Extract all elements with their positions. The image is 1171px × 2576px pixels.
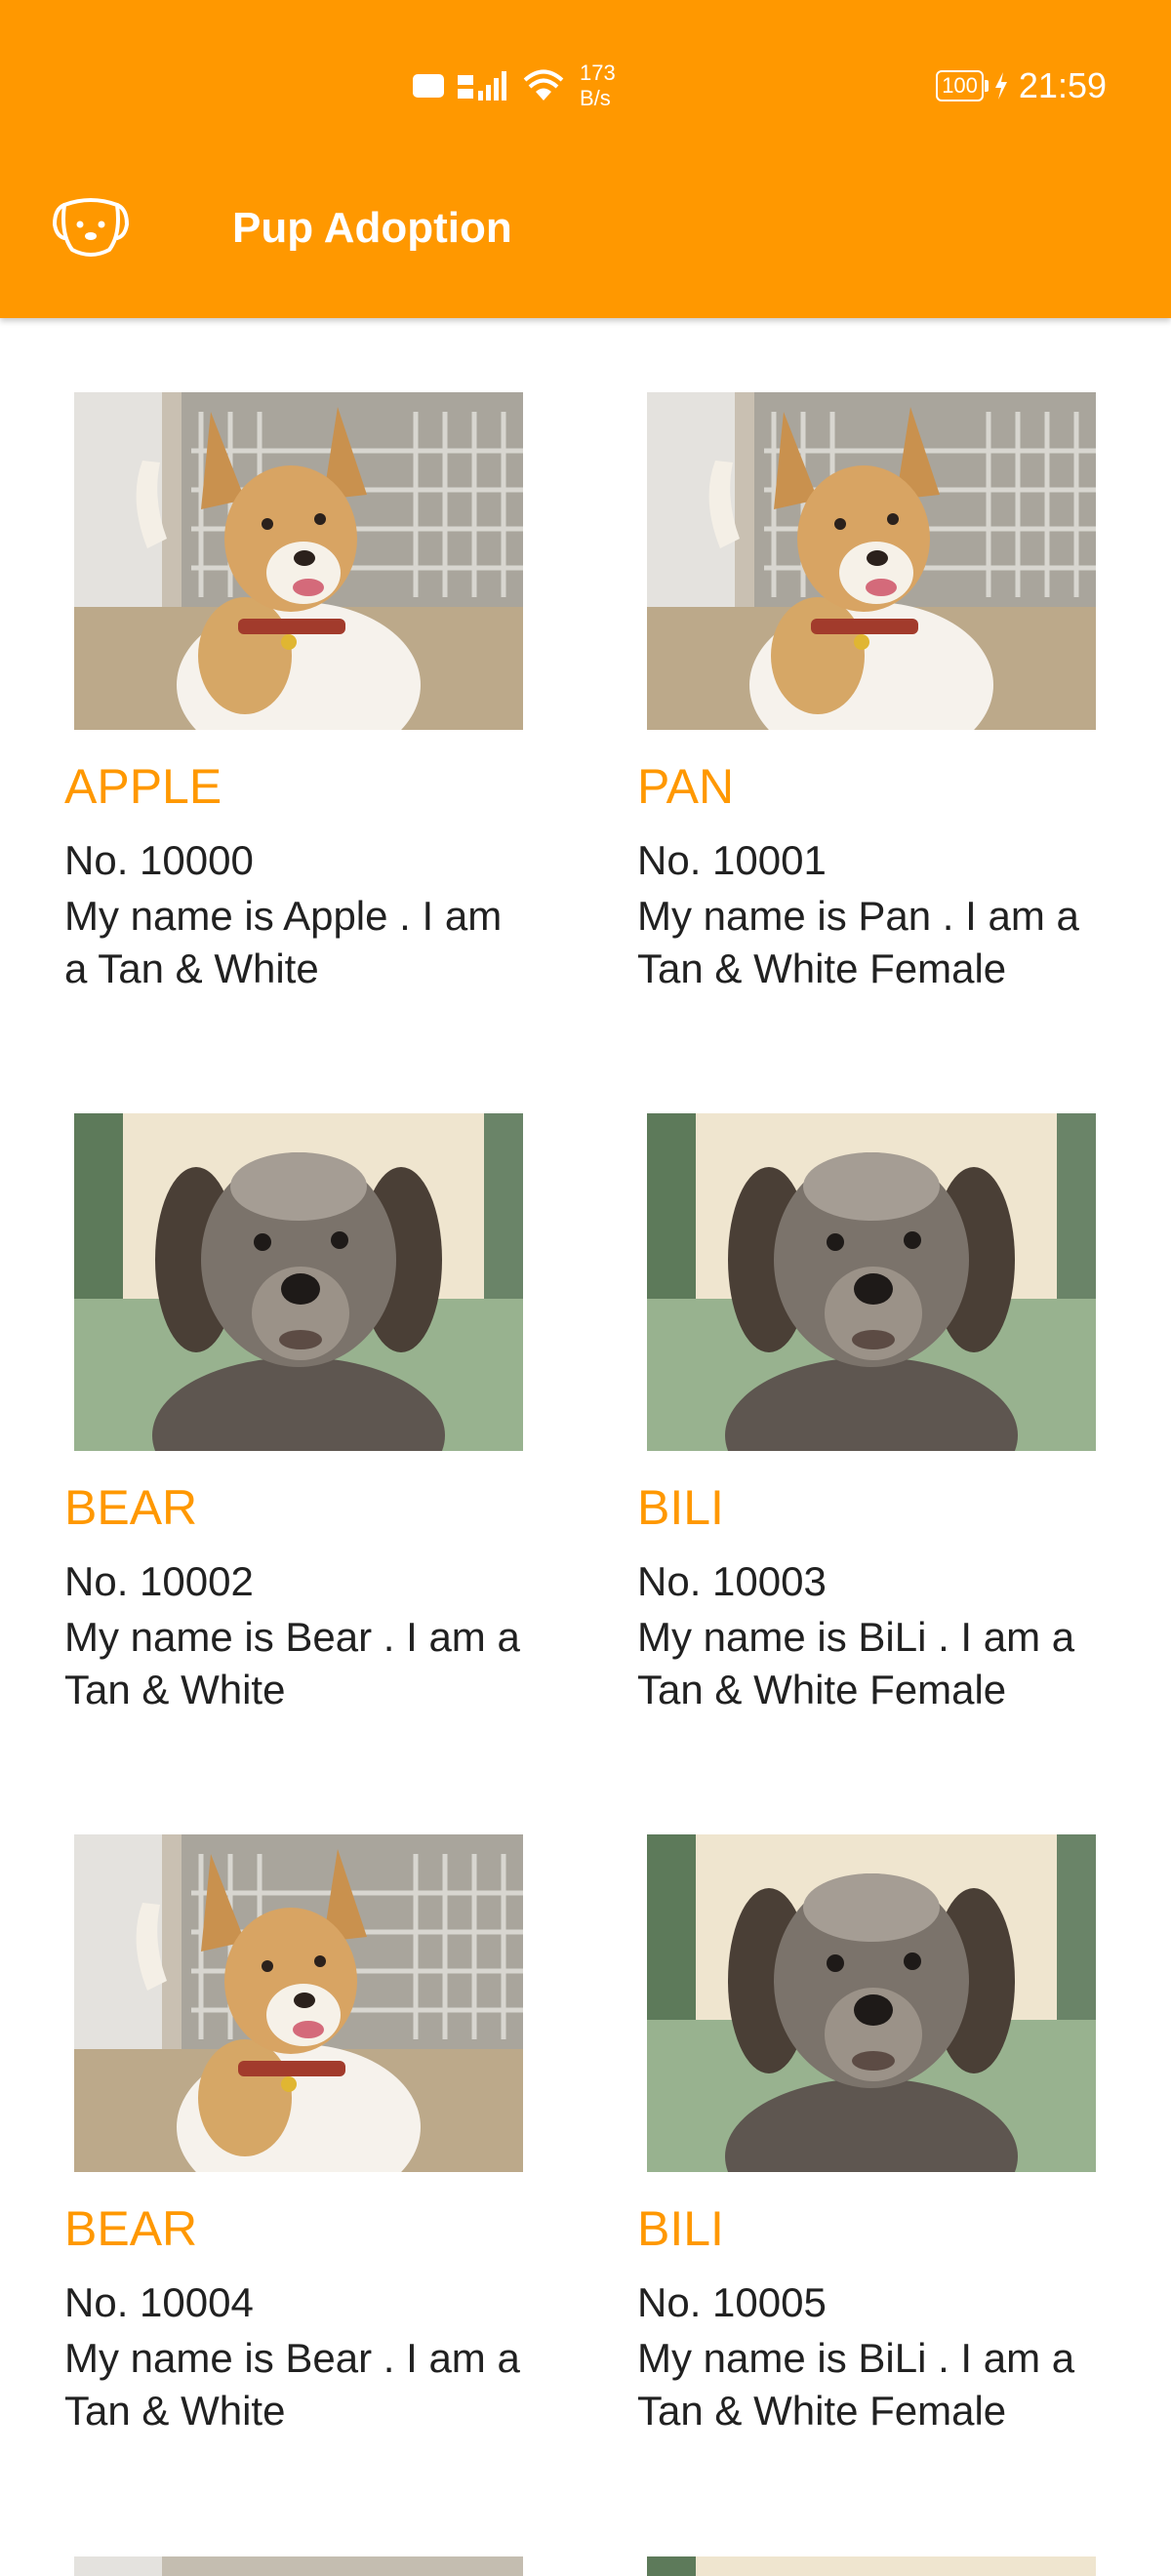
pet-description: My name is Bear . I am a Tan & White <box>64 1614 520 1712</box>
app-bar: 173 B/s 100 21:59 Pup Adoption <box>0 0 1171 318</box>
pet-number: No. 10005 <box>637 2279 827 2325</box>
wifi-icon <box>523 69 564 101</box>
pet-card[interactable]: BEAR No. 10004 My name is Bear . I am a … <box>64 1834 572 2498</box>
pet-name: PAN <box>637 759 735 814</box>
pet-name: BEAR <box>64 1480 198 1535</box>
battery-level: 100 <box>942 73 978 98</box>
pet-number: No. 10002 <box>64 1558 254 1604</box>
pet-card[interactable]: APPLE No. 10000 My name is Apple . I am … <box>64 392 572 1056</box>
pet-description: My name is BiLi . I am a Tan & White Fem… <box>637 2335 1075 2434</box>
app-title: Pup Adoption <box>232 204 512 252</box>
pet-card[interactable]: BEAR No. 10002 My name is Bear . I am a … <box>64 1113 572 1777</box>
tan-white-dog-photo <box>647 392 1096 730</box>
pet-card[interactable]: BILI No. 10003 My name is BiLi . I am a … <box>637 1113 1145 1777</box>
pet-number: No. 10001 <box>637 837 827 883</box>
pet-name: BEAR <box>64 2201 198 2256</box>
pet-name: BILI <box>637 1480 724 1535</box>
network-speed-value: 173 <box>580 60 616 85</box>
next-card-photo-partial <box>74 2556 523 2576</box>
cellular-signal-icon <box>458 71 506 101</box>
tan-white-dog-photo <box>74 1834 523 2172</box>
pet-description: My name is Apple . I am a Tan & White <box>64 893 503 991</box>
pet-card[interactable]: PAN No. 10001 My name is Pan . I am a Ta… <box>637 392 1145 1056</box>
battery-icon: 100 <box>936 70 989 101</box>
pet-description: My name is BiLi . I am a Tan & White Fem… <box>637 1614 1075 1712</box>
tan-white-dog-photo <box>74 392 523 730</box>
pet-name: APPLE <box>64 759 222 814</box>
charging-bolt-icon <box>994 72 1007 100</box>
pet-number: No. 10003 <box>637 1558 827 1604</box>
pet-card[interactable]: BILI No. 10005 My name is BiLi . I am a … <box>637 1834 1145 2498</box>
pet-description: My name is Bear . I am a Tan & White <box>64 2335 520 2434</box>
next-card-photo-partial <box>647 2556 1096 2576</box>
gray-scruffy-dog-photo <box>74 1113 523 1451</box>
dog-face-icon <box>52 198 130 257</box>
network-speed-unit: B/s <box>580 86 611 110</box>
status-time: 21:59 <box>1018 65 1107 105</box>
pet-number: No. 10000 <box>64 837 254 883</box>
gray-scruffy-dog-photo <box>647 1834 1096 2172</box>
pet-number: No. 10004 <box>64 2279 254 2325</box>
status-bar-left: 173 B/s <box>412 60 616 111</box>
pet-description: My name is Pan . I am a Tan & White Fema… <box>637 893 1079 991</box>
status-bar-right: 100 21:59 <box>936 60 1107 111</box>
pet-name: BILI <box>637 2201 724 2256</box>
hd-icon <box>413 74 444 98</box>
gray-scruffy-dog-photo <box>647 1113 1096 1451</box>
network-speed: 173 B/s <box>580 60 616 111</box>
